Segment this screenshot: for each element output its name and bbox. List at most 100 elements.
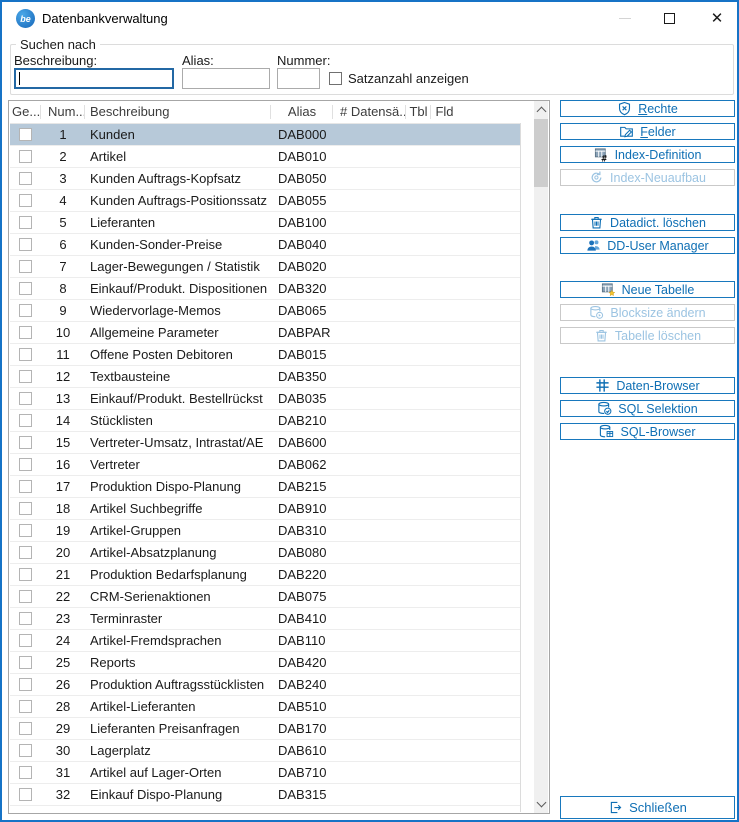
row-checkbox[interactable] xyxy=(19,722,32,735)
felder-button[interactable]: Felder xyxy=(560,123,735,140)
row-checkbox[interactable] xyxy=(19,678,32,691)
table-row[interactable]: 18Artikel SuchbegriffeDAB910 xyxy=(10,498,520,520)
folder-pencil-icon xyxy=(619,124,634,139)
row-checkbox[interactable] xyxy=(19,612,32,625)
neue-tabelle-button[interactable]: Neue Tabelle xyxy=(560,281,735,298)
nummer-input[interactable] xyxy=(277,68,320,89)
row-checkbox[interactable] xyxy=(19,216,32,229)
table-row[interactable]: 23TerminrasterDAB410 xyxy=(10,608,520,630)
table-row[interactable]: 24Artikel-FremdsprachenDAB110 xyxy=(10,630,520,652)
row-checkbox[interactable] xyxy=(19,304,32,317)
row-checkbox[interactable] xyxy=(19,260,32,273)
scroll-down-icon[interactable] xyxy=(534,796,548,813)
row-checkbox[interactable] xyxy=(19,238,32,251)
table-row[interactable]: 17Produktion Dispo-PlanungDAB215 xyxy=(10,476,520,498)
row-checkbox[interactable] xyxy=(19,546,32,559)
index-definition-button[interactable]: #Index-Definition xyxy=(560,146,735,163)
maximize-button[interactable] xyxy=(652,2,686,34)
beschreibung-input[interactable] xyxy=(14,68,174,89)
datadict-loeschen-button[interactable]: Datadict. löschen xyxy=(560,214,735,231)
schliessen-button[interactable]: Schließen xyxy=(560,796,735,819)
row-checkbox[interactable] xyxy=(19,150,32,163)
column-header-alias[interactable]: Alias xyxy=(271,101,333,123)
row-checkbox[interactable] xyxy=(19,766,32,779)
alias-input[interactable] xyxy=(182,68,270,89)
dd-user-manager-button[interactable]: DD-User Manager xyxy=(560,237,735,254)
button-group: Daten-Browser SQL Selektion SQL-Browser xyxy=(560,377,735,440)
table-row[interactable]: 1KundenDAB000 xyxy=(10,124,520,146)
table-row[interactable]: 7Lager-Bewegungen / StatistikDAB020 xyxy=(10,256,520,278)
column-header-datens[interactable]: # Datensä... xyxy=(333,101,406,123)
table-row[interactable]: 29Lieferanten PreisanfragenDAB170 xyxy=(10,718,520,740)
cell-nummer: 1 xyxy=(41,127,85,142)
table-row[interactable]: 6Kunden-Sonder-PreiseDAB040 xyxy=(10,234,520,256)
row-checkbox[interactable] xyxy=(19,194,32,207)
table-hash-icon: # xyxy=(594,147,609,162)
table-row[interactable]: 26Produktion AuftragsstücklistenDAB240 xyxy=(10,674,520,696)
row-checkbox[interactable] xyxy=(19,458,32,471)
table-row[interactable]: 20Artikel-AbsatzplanungDAB080 xyxy=(10,542,520,564)
cell-beschreibung: Lagerplatz xyxy=(85,743,271,758)
row-checkbox[interactable] xyxy=(19,436,32,449)
table-row[interactable]: 21Produktion BedarfsplanungDAB220 xyxy=(10,564,520,586)
row-checkbox[interactable] xyxy=(19,282,32,295)
table-row[interactable]: 30LagerplatzDAB610 xyxy=(10,740,520,762)
column-header-ge[interactable]: Ge... xyxy=(10,101,41,123)
row-checkbox[interactable] xyxy=(19,524,32,537)
table-row[interactable]: 28Artikel-LieferantenDAB510 xyxy=(10,696,520,718)
cell-beschreibung: Vertreter xyxy=(85,457,271,472)
table-row[interactable]: 11Offene Posten DebitorenDAB015 xyxy=(10,344,520,366)
table-row[interactable]: 19Artikel-GruppenDAB310 xyxy=(10,520,520,542)
db-table-icon xyxy=(599,424,614,439)
table-row[interactable]: 22CRM-SerienaktionenDAB075 xyxy=(10,586,520,608)
table-row[interactable]: 16VertreterDAB062 xyxy=(10,454,520,476)
table-row[interactable]: 31Artikel auf Lager-OrtenDAB710 xyxy=(10,762,520,784)
row-checkbox[interactable] xyxy=(19,326,32,339)
row-checkbox[interactable] xyxy=(19,414,32,427)
column-header-fld[interactable]: Fld xyxy=(431,101,458,123)
table-row[interactable]: 2ArtikelDAB010 xyxy=(10,146,520,168)
trash-icon xyxy=(589,215,604,230)
daten-browser-button[interactable]: Daten-Browser xyxy=(560,377,735,394)
row-checkbox[interactable] xyxy=(19,480,32,493)
table-row[interactable]: 10Allgemeine ParameterDABPAR xyxy=(10,322,520,344)
rechte-button[interactable]: Rechte xyxy=(560,100,735,117)
table-row[interactable]: 8Einkauf/Produkt. DispositionenDAB320 xyxy=(10,278,520,300)
table-row[interactable]: 9Wiedervorlage-MemosDAB065 xyxy=(10,300,520,322)
table-row[interactable]: 13Einkauf/Produkt. BestellrückstDAB035 xyxy=(10,388,520,410)
row-checkbox[interactable] xyxy=(19,172,32,185)
table-row[interactable]: 32Einkauf Dispo-PlanungDAB315 xyxy=(10,784,520,806)
table-row[interactable]: 5LieferantenDAB100 xyxy=(10,212,520,234)
row-checkbox[interactable] xyxy=(19,568,32,581)
row-checkbox[interactable] xyxy=(19,370,32,383)
sql-selektion-button[interactable]: SQL Selektion xyxy=(560,400,735,417)
column-header-tbl[interactable]: Tbl xyxy=(406,101,431,123)
row-checkbox[interactable] xyxy=(19,788,32,801)
row-checkbox[interactable] xyxy=(19,700,32,713)
table-row[interactable]: 3Kunden Auftrags-KopfsatzDAB050 xyxy=(10,168,520,190)
table-row[interactable]: 12TextbausteineDAB350 xyxy=(10,366,520,388)
cell-nummer: 13 xyxy=(41,391,85,406)
row-checkbox[interactable] xyxy=(19,744,32,757)
scroll-up-icon[interactable] xyxy=(534,101,548,118)
row-checkbox[interactable] xyxy=(19,392,32,405)
table-row[interactable]: 14StücklistenDAB210 xyxy=(10,410,520,432)
column-header-beschreibung[interactable]: Beschreibung xyxy=(85,101,271,123)
exit-icon xyxy=(608,800,623,815)
row-checkbox[interactable] xyxy=(19,128,32,141)
row-checkbox[interactable] xyxy=(19,590,32,603)
sql-browser-button[interactable]: SQL-Browser xyxy=(560,423,735,440)
table-row[interactable]: 15Vertreter-Umsatz, Intrastat/AEDAB600 xyxy=(10,432,520,454)
vertical-scrollbar[interactable] xyxy=(534,101,548,813)
row-checkbox[interactable] xyxy=(19,634,32,647)
close-window-button[interactable]: ✕ xyxy=(700,2,734,34)
table-row[interactable]: 4Kunden Auftrags-PositionssatzDAB055 xyxy=(10,190,520,212)
row-checkbox[interactable] xyxy=(19,656,32,669)
column-header-num[interactable]: Num... xyxy=(41,101,85,123)
blocksize-aendern-button: Blocksize ändern xyxy=(560,304,735,321)
row-checkbox[interactable] xyxy=(19,348,32,361)
satzanzahl-checkbox[interactable] xyxy=(329,72,342,85)
scrollbar-thumb[interactable] xyxy=(534,119,548,187)
row-checkbox[interactable] xyxy=(19,502,32,515)
table-row[interactable]: 25ReportsDAB420 xyxy=(10,652,520,674)
